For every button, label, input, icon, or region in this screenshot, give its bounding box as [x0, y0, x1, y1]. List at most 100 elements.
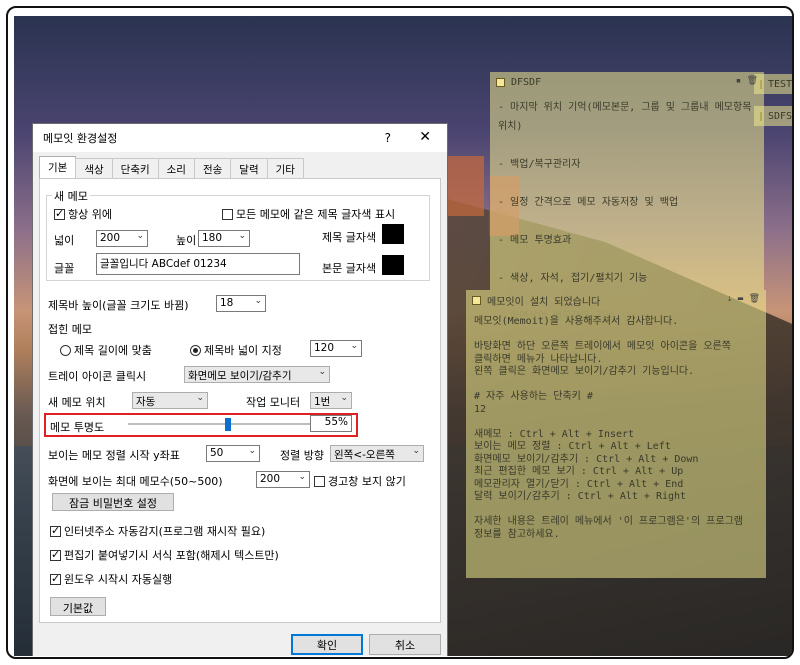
- width-label: 넓이: [54, 234, 75, 247]
- fold-width-combo[interactable]: 120 ⌄: [310, 340, 362, 357]
- checkbox-checked-icon: [50, 548, 61, 562]
- tab-sound[interactable]: 소리: [157, 158, 195, 178]
- chevron-down-icon: ⌄: [350, 341, 358, 351]
- title-color-swatch[interactable]: [382, 224, 404, 244]
- width-value: 200: [100, 232, 121, 244]
- opacity-slider-track[interactable]: [128, 423, 310, 425]
- always-on-top-checkbox[interactable]: 항상 위에: [54, 206, 112, 222]
- memo-dfsdf[interactable]: DFSDF ▪ 🗑 - 마지막 위치 기억(메모본문, 그룹 및 그룹내 메모항…: [490, 72, 764, 322]
- font-label: 글꼴: [54, 262, 75, 275]
- checkbox-checked-icon: [50, 572, 61, 586]
- max-memos-combo[interactable]: 200 ⌄: [256, 471, 310, 488]
- tab-send[interactable]: 전송: [193, 158, 232, 178]
- wallpaper-house: [444, 156, 484, 216]
- tab-etc[interactable]: 기타: [266, 158, 304, 178]
- fold-width-value: 120: [314, 342, 335, 354]
- chevron-down-icon: ⌄: [298, 472, 306, 482]
- width-combo[interactable]: 200 ⌄: [96, 230, 148, 247]
- sort-start-value: 50: [210, 447, 224, 459]
- tray-click-label: 트레이 아이콘 클릭시: [48, 370, 147, 383]
- no-warning-checkbox[interactable]: 경고창 보지 않기: [314, 473, 406, 489]
- fold-fixed-width-radio[interactable]: 제목바 넓이 지정: [190, 342, 282, 358]
- tab-color[interactable]: 색상: [75, 158, 113, 178]
- memo-title: DFSDF: [511, 76, 542, 88]
- always-on-top-label: 항상 위에: [68, 208, 112, 221]
- paste-format-checkbox[interactable]: 편집기 붙여넣기시 서식 포함(해제시 텍스트만): [50, 547, 279, 563]
- tray-click-combo[interactable]: 화면메모 보이기/감추기 ⌄: [184, 366, 330, 383]
- tab-bar: 기본 색상 단축키 소리 전송 달력 기타: [39, 156, 304, 178]
- new-memo-position-combo[interactable]: 자동 ⌄: [132, 392, 208, 409]
- memo-title: 메모잇이 설치 되었습니다: [487, 296, 601, 308]
- memo-controls[interactable]: ▪ 🗑: [736, 76, 758, 86]
- monitor-value: 1번: [314, 396, 331, 408]
- chevron-down-icon: ⌄: [340, 393, 348, 403]
- chevron-down-icon: ⌄: [196, 393, 204, 403]
- autostart-label: 윈도우 시작시 자동실행: [64, 573, 173, 586]
- fold-fixed-width-label: 제목바 넓이 지정: [204, 344, 282, 357]
- checkbox-checked-icon: [54, 207, 65, 221]
- auto-detect-url-checkbox[interactable]: 인터넷주소 자동감지(프로그램 재시작 필요): [50, 523, 265, 539]
- font-preview-box[interactable]: 글꼴입니다 ABCdef 01234: [96, 253, 300, 275]
- chevron-down-icon: ⌄: [136, 231, 144, 241]
- memo-title: TEST: [768, 78, 793, 90]
- chevron-down-icon: ⌄: [318, 367, 326, 377]
- sort-direction-combo[interactable]: 왼쪽<-오른쪽 ⌄: [330, 445, 424, 462]
- folded-memo-label: 접힌 메모: [48, 323, 92, 336]
- font-preview-text: 글꼴입니다 ABCdef 01234: [100, 258, 227, 270]
- tab-calendar[interactable]: 달력: [230, 158, 268, 178]
- tray-click-value: 화면메모 보이기/감추기: [188, 370, 292, 382]
- dialog-title: 메모잇 환경설정: [43, 132, 118, 145]
- close-button[interactable]: ✕: [419, 129, 431, 145]
- opacity-label: 메모 투명도: [50, 421, 105, 434]
- opacity-slider-thumb[interactable]: [225, 418, 232, 431]
- checkbox-unchecked-icon: [314, 476, 325, 487]
- height-label: 높이: [176, 234, 197, 247]
- fold-fit-title-label: 제목 길이에 맞춤: [74, 344, 152, 357]
- sort-direction-value: 왼쪽<-오른쪽: [334, 449, 395, 461]
- settings-dialog: 메모잇 환경설정 ? ✕ 기본 색상 단축키 소리 전송 달력 기타 새 메모 …: [32, 123, 448, 656]
- tab-basic[interactable]: 기본: [39, 156, 77, 178]
- chevron-down-icon: ⌄: [412, 446, 420, 456]
- tab-shortcut[interactable]: 단축키: [111, 158, 159, 178]
- lock-password-button[interactable]: 잠금 비밀번호 설정: [52, 493, 174, 511]
- new-memo-position-value: 자동: [136, 396, 156, 408]
- monitor-combo[interactable]: 1번 ⌄: [310, 392, 352, 409]
- titlebar-height-label: 제목바 높이(글꼴 크기도 바뀜): [48, 299, 189, 312]
- cancel-button[interactable]: 취소: [369, 634, 441, 655]
- help-button[interactable]: ?: [385, 131, 391, 145]
- autostart-checkbox[interactable]: 윈도우 시작시 자동실행: [50, 571, 172, 587]
- new-memo-position-label: 새 메모 위치: [48, 396, 106, 409]
- sort-start-label: 보이는 메모 정렬 시작 y좌표: [48, 449, 180, 462]
- same-title-color-checkbox[interactable]: 모든 메모에 같은 제목 글자색 표시: [222, 206, 395, 222]
- checkbox-unchecked-icon: [222, 209, 233, 220]
- checkbox-checked-icon: [50, 524, 61, 538]
- same-title-color-label: 모든 메모에 같은 제목 글자색 표시: [236, 208, 396, 221]
- title-color-label: 제목 글자색: [322, 231, 377, 244]
- chevron-down-icon: ⌄: [248, 446, 256, 456]
- height-combo[interactable]: 180 ⌄: [198, 230, 250, 247]
- auto-detect-url-label: 인터넷주소 자동감지(프로그램 재시작 필요): [64, 525, 266, 538]
- sort-start-combo[interactable]: 50 ⌄: [206, 445, 260, 462]
- memo-installed[interactable]: 메모잇이 설치 되었습니다 ⇣ ▬ 🗑 메모잇(Memoit)을 사용해주셔서 …: [466, 290, 766, 578]
- chevron-down-icon: ⌄: [254, 296, 262, 306]
- desktop-wallpaper: TEST SDFS DFSDF ▪ 🗑 - 마지막 위치 기억(메모본문, 그룹…: [14, 16, 793, 656]
- titlebar-height-value: 18: [220, 297, 234, 309]
- opacity-value-box[interactable]: 55%: [310, 415, 352, 432]
- radio-checked-icon: [190, 345, 201, 356]
- dialog-titlebar: 메모잇 환경설정 ? ✕: [33, 124, 447, 152]
- sort-direction-label: 정렬 방향: [280, 449, 324, 462]
- body-color-label: 본문 글자색: [322, 262, 377, 275]
- titlebar-height-combo[interactable]: 18 ⌄: [216, 295, 266, 312]
- max-memos-value: 200: [260, 473, 281, 485]
- fold-fit-title-radio[interactable]: 제목 길이에 맞춤: [60, 342, 152, 358]
- opacity-value: 55%: [324, 416, 348, 428]
- default-button[interactable]: 기본값: [50, 597, 106, 616]
- memo-body[interactable]: 메모잇(Memoit)을 사용해주셔서 감사합니다. 바탕화면 하단 오른쪽 트…: [466, 310, 766, 547]
- max-memos-label: 화면에 보이는 최대 메모수(50~500): [48, 475, 223, 488]
- memo-controls[interactable]: ⇣ ▬ 🗑: [727, 294, 760, 304]
- ok-button[interactable]: 확인: [291, 634, 363, 655]
- height-value: 180: [202, 232, 223, 244]
- body-color-swatch[interactable]: [382, 255, 404, 275]
- memo-icon: [496, 77, 505, 87]
- memo-icon: [472, 295, 481, 305]
